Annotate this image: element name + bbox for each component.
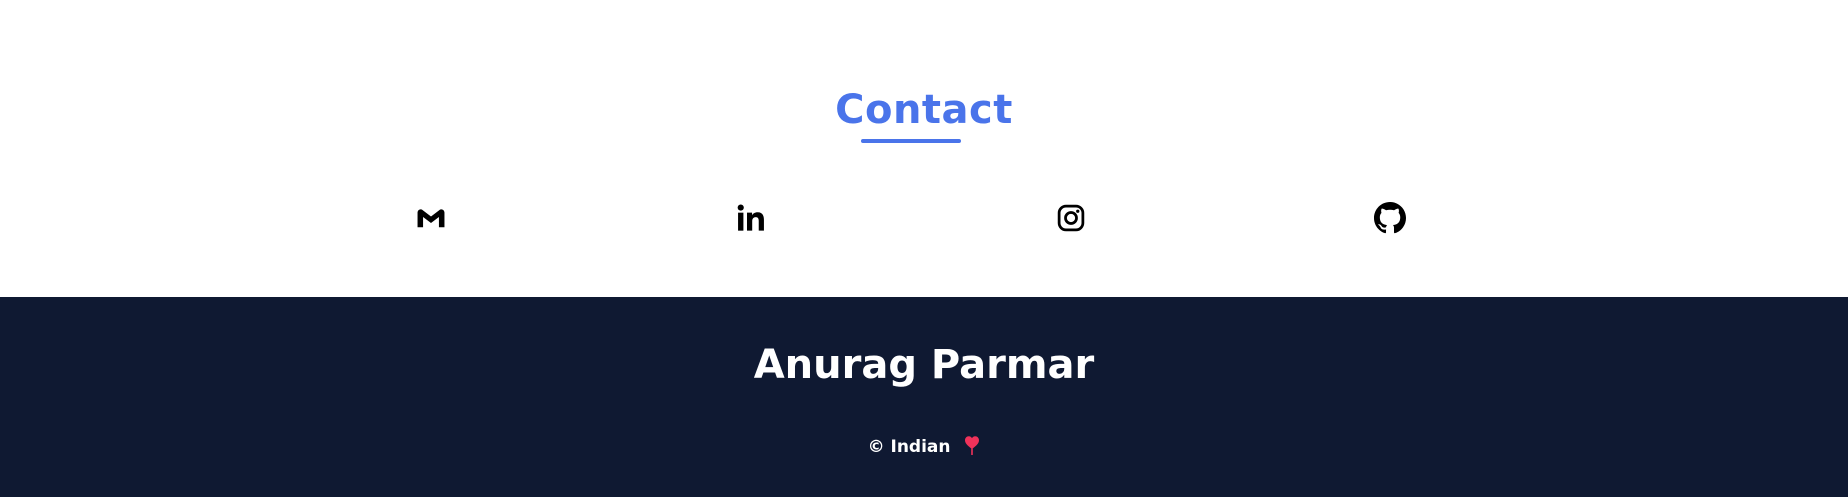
footer-name: Anurag Parmar bbox=[753, 342, 1095, 388]
contact-title-underline bbox=[861, 139, 961, 143]
heart-balloon-icon bbox=[965, 436, 980, 455]
github-icon bbox=[1374, 202, 1406, 234]
copyright-text: © Indian bbox=[867, 437, 951, 457]
contact-section: Contact bbox=[0, 0, 1848, 297]
linkedin-icon bbox=[737, 204, 764, 231]
footer-copyright: © Indian bbox=[0, 435, 1848, 459]
footer: Anurag Parmar © Indian bbox=[0, 297, 1848, 497]
instagram-link[interactable] bbox=[1051, 198, 1091, 238]
gmail-link[interactable] bbox=[411, 198, 451, 238]
gmail-icon bbox=[417, 209, 445, 228]
instagram-icon bbox=[1057, 204, 1085, 232]
github-link[interactable] bbox=[1370, 198, 1410, 238]
linkedin-link[interactable] bbox=[731, 198, 771, 238]
contact-title: Contact bbox=[835, 87, 1013, 133]
